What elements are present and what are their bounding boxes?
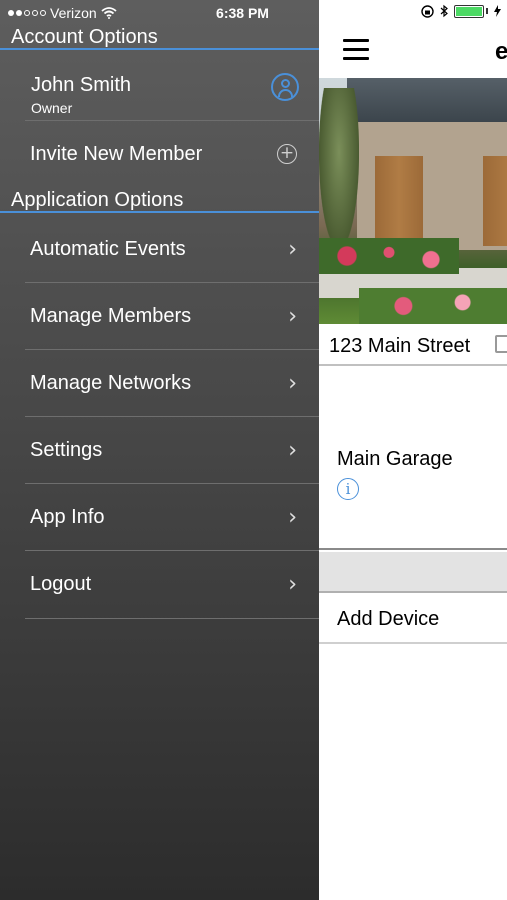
status-right bbox=[421, 4, 501, 18]
carrier-name: Verizon bbox=[50, 5, 97, 21]
address-bar: 123 Main Street bbox=[319, 324, 507, 366]
menu-item-app-info[interactable]: App Info › bbox=[25, 484, 319, 551]
account-options-header: Account Options bbox=[0, 24, 319, 50]
section-divider bbox=[319, 552, 507, 593]
wifi-icon bbox=[101, 7, 117, 19]
menu-item-settings[interactable]: Settings › bbox=[25, 417, 319, 484]
chevron-right-icon: › bbox=[288, 437, 297, 463]
add-device-row[interactable]: Add Device bbox=[319, 595, 507, 644]
carrier-info: Verizon bbox=[8, 5, 117, 21]
menu-item-manage-members[interactable]: Manage Members › bbox=[25, 283, 319, 350]
top-navigation-bar: e bbox=[319, 26, 507, 78]
menu-item-label: Manage Networks bbox=[30, 371, 192, 394]
add-device-label: Add Device bbox=[337, 608, 440, 630]
hamburger-menu-icon[interactable] bbox=[343, 39, 369, 61]
device-card[interactable]: Main Garage i bbox=[319, 366, 507, 550]
menu-item-label: Settings bbox=[30, 438, 103, 461]
battery-icon bbox=[454, 4, 484, 18]
invite-member-row[interactable]: Invite New Member + bbox=[25, 121, 319, 187]
menu-item-label: Manage Members bbox=[30, 304, 192, 327]
chevron-right-icon: › bbox=[288, 504, 297, 530]
device-name: Main Garage bbox=[337, 448, 453, 470]
chevron-right-icon: › bbox=[288, 572, 297, 597]
chevron-right-icon: › bbox=[288, 370, 297, 396]
edit-icon[interactable] bbox=[495, 335, 507, 353]
menu-item-logout[interactable]: Logout › bbox=[25, 551, 319, 619]
plus-circle-icon[interactable]: + bbox=[277, 144, 297, 164]
user-circle-icon[interactable] bbox=[271, 73, 299, 101]
bluetooth-icon bbox=[440, 4, 448, 18]
user-role: Owner bbox=[31, 100, 73, 116]
user-name: John Smith bbox=[31, 74, 132, 96]
main-content: e 123 Main Street Main Garage i Add Devi… bbox=[319, 0, 507, 900]
lock-rotation-icon bbox=[421, 4, 434, 18]
info-icon[interactable]: i bbox=[337, 478, 359, 500]
address-label: 123 Main Street bbox=[329, 335, 471, 357]
status-bar: Verizon 6:38 PM bbox=[0, 0, 507, 26]
status-time: 6:38 PM bbox=[216, 5, 269, 21]
application-options-header: Application Options bbox=[0, 187, 319, 213]
invite-member-label: Invite New Member bbox=[30, 142, 203, 165]
menu-item-manage-networks[interactable]: Manage Networks › bbox=[25, 350, 319, 417]
side-drawer: Account Options John Smith Owner Invite … bbox=[0, 0, 319, 900]
home-photo bbox=[319, 78, 507, 324]
menu-item-label: Automatic Events bbox=[30, 237, 186, 260]
menu-item-label: App Info bbox=[30, 505, 105, 528]
menu-item-label: Logout bbox=[30, 573, 92, 595]
charging-icon bbox=[494, 5, 501, 17]
chevron-right-icon: › bbox=[288, 303, 297, 329]
user-profile-row[interactable]: John Smith Owner bbox=[25, 54, 319, 121]
signal-strength-icon bbox=[8, 10, 46, 16]
chevron-right-icon: › bbox=[288, 236, 297, 262]
brand-logo: e bbox=[495, 38, 507, 65]
menu-item-automatic-events[interactable]: Automatic Events › bbox=[25, 216, 319, 283]
